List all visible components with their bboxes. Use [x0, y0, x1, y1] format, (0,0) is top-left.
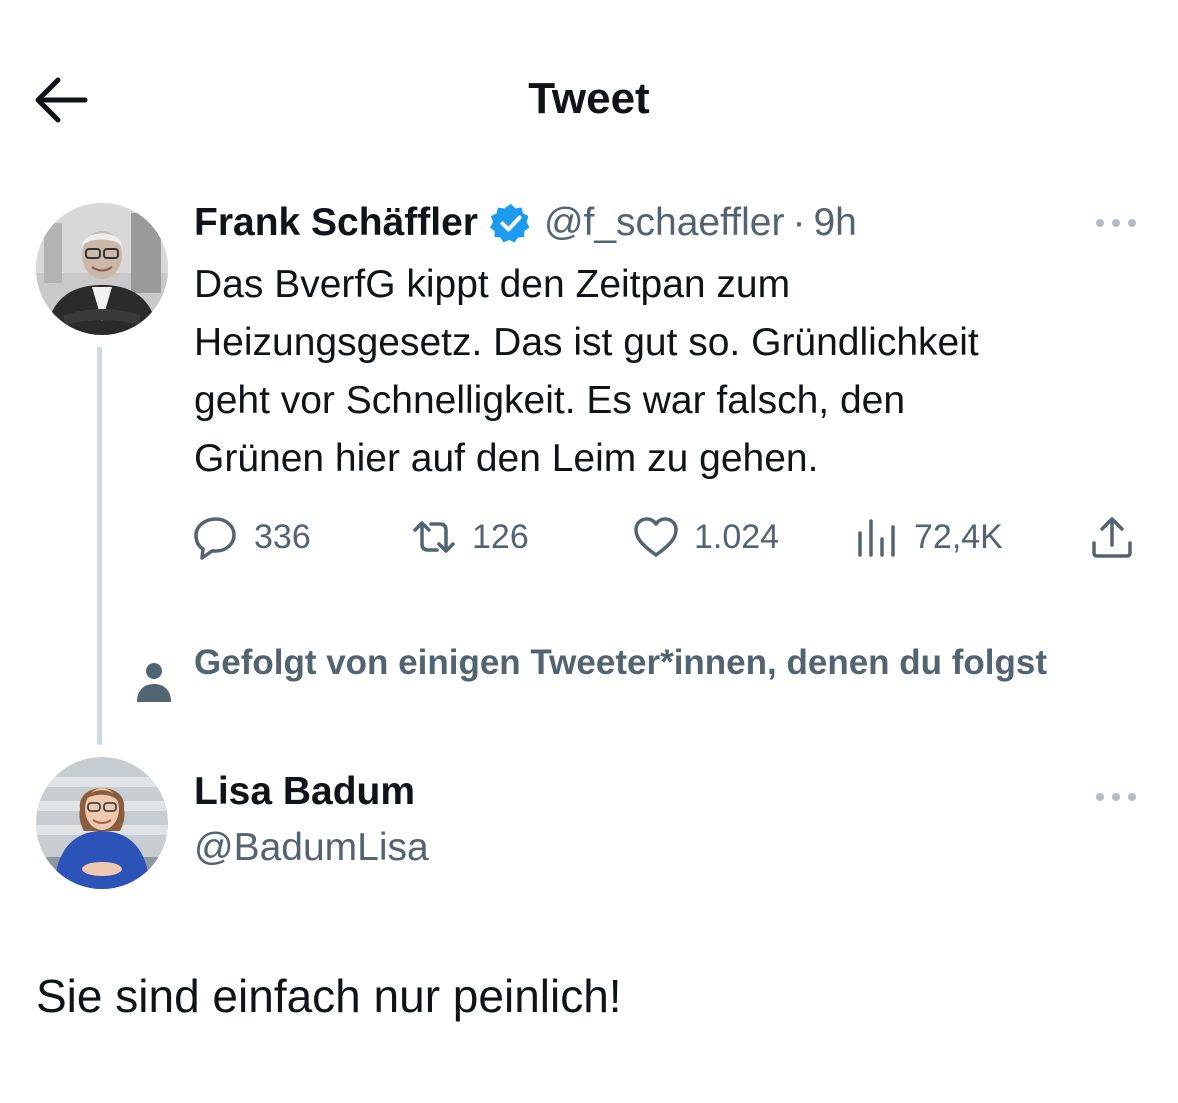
author-name[interactable]: Frank Schäffler: [194, 201, 478, 245]
views-count: 72,4K: [914, 517, 1003, 556]
views-button[interactable]: 72,4K: [852, 511, 1003, 563]
retweet-button[interactable]: 126: [410, 511, 529, 563]
tweet-text: Das BverfG kippt den Zeitpan zum Heizung…: [194, 263, 979, 480]
reply-icon: [194, 517, 236, 560]
social-context[interactable]: Gefolgt von einigen Tweeter*innen, denen…: [194, 640, 1074, 686]
more-options-icon[interactable]: [1092, 213, 1140, 233]
like-button[interactable]: 1.024: [632, 511, 779, 563]
heart-icon: [634, 517, 678, 557]
page-title: Tweet: [528, 74, 650, 123]
author-handle[interactable]: @BadumLisa: [194, 826, 429, 870]
separator-dot: ·: [792, 201, 806, 244]
share-button[interactable]: [1088, 511, 1136, 563]
tweet-time[interactable]: 9h: [813, 201, 856, 245]
avatar-image: [36, 757, 168, 889]
arrow-left-icon: [35, 77, 88, 123]
tweet-text: Sie sind einfach nur peinlich!: [36, 970, 622, 1022]
avatar[interactable]: [36, 203, 168, 335]
more-options-icon[interactable]: [1092, 787, 1140, 807]
back-button[interactable]: [30, 72, 92, 128]
retweet-count: 126: [472, 517, 529, 556]
avatar[interactable]: [36, 757, 168, 889]
author-name[interactable]: Lisa Badum: [194, 770, 415, 814]
retweet-icon: [413, 521, 455, 553]
reply-count: 336: [254, 517, 311, 556]
thread-line: [97, 347, 102, 745]
author-handle[interactable]: @f_schaeffler: [544, 201, 785, 245]
views-chart-icon: [858, 519, 895, 557]
like-count: 1.024: [694, 517, 780, 556]
verified-badge-icon: [489, 204, 530, 243]
reply-button[interactable]: 336: [192, 511, 311, 563]
person-icon: [137, 663, 171, 702]
tweet-header: Frank Schäffler @f_schaeffler · 9h: [194, 196, 857, 250]
avatar-image: [36, 203, 168, 335]
share-icon: [1092, 517, 1132, 558]
